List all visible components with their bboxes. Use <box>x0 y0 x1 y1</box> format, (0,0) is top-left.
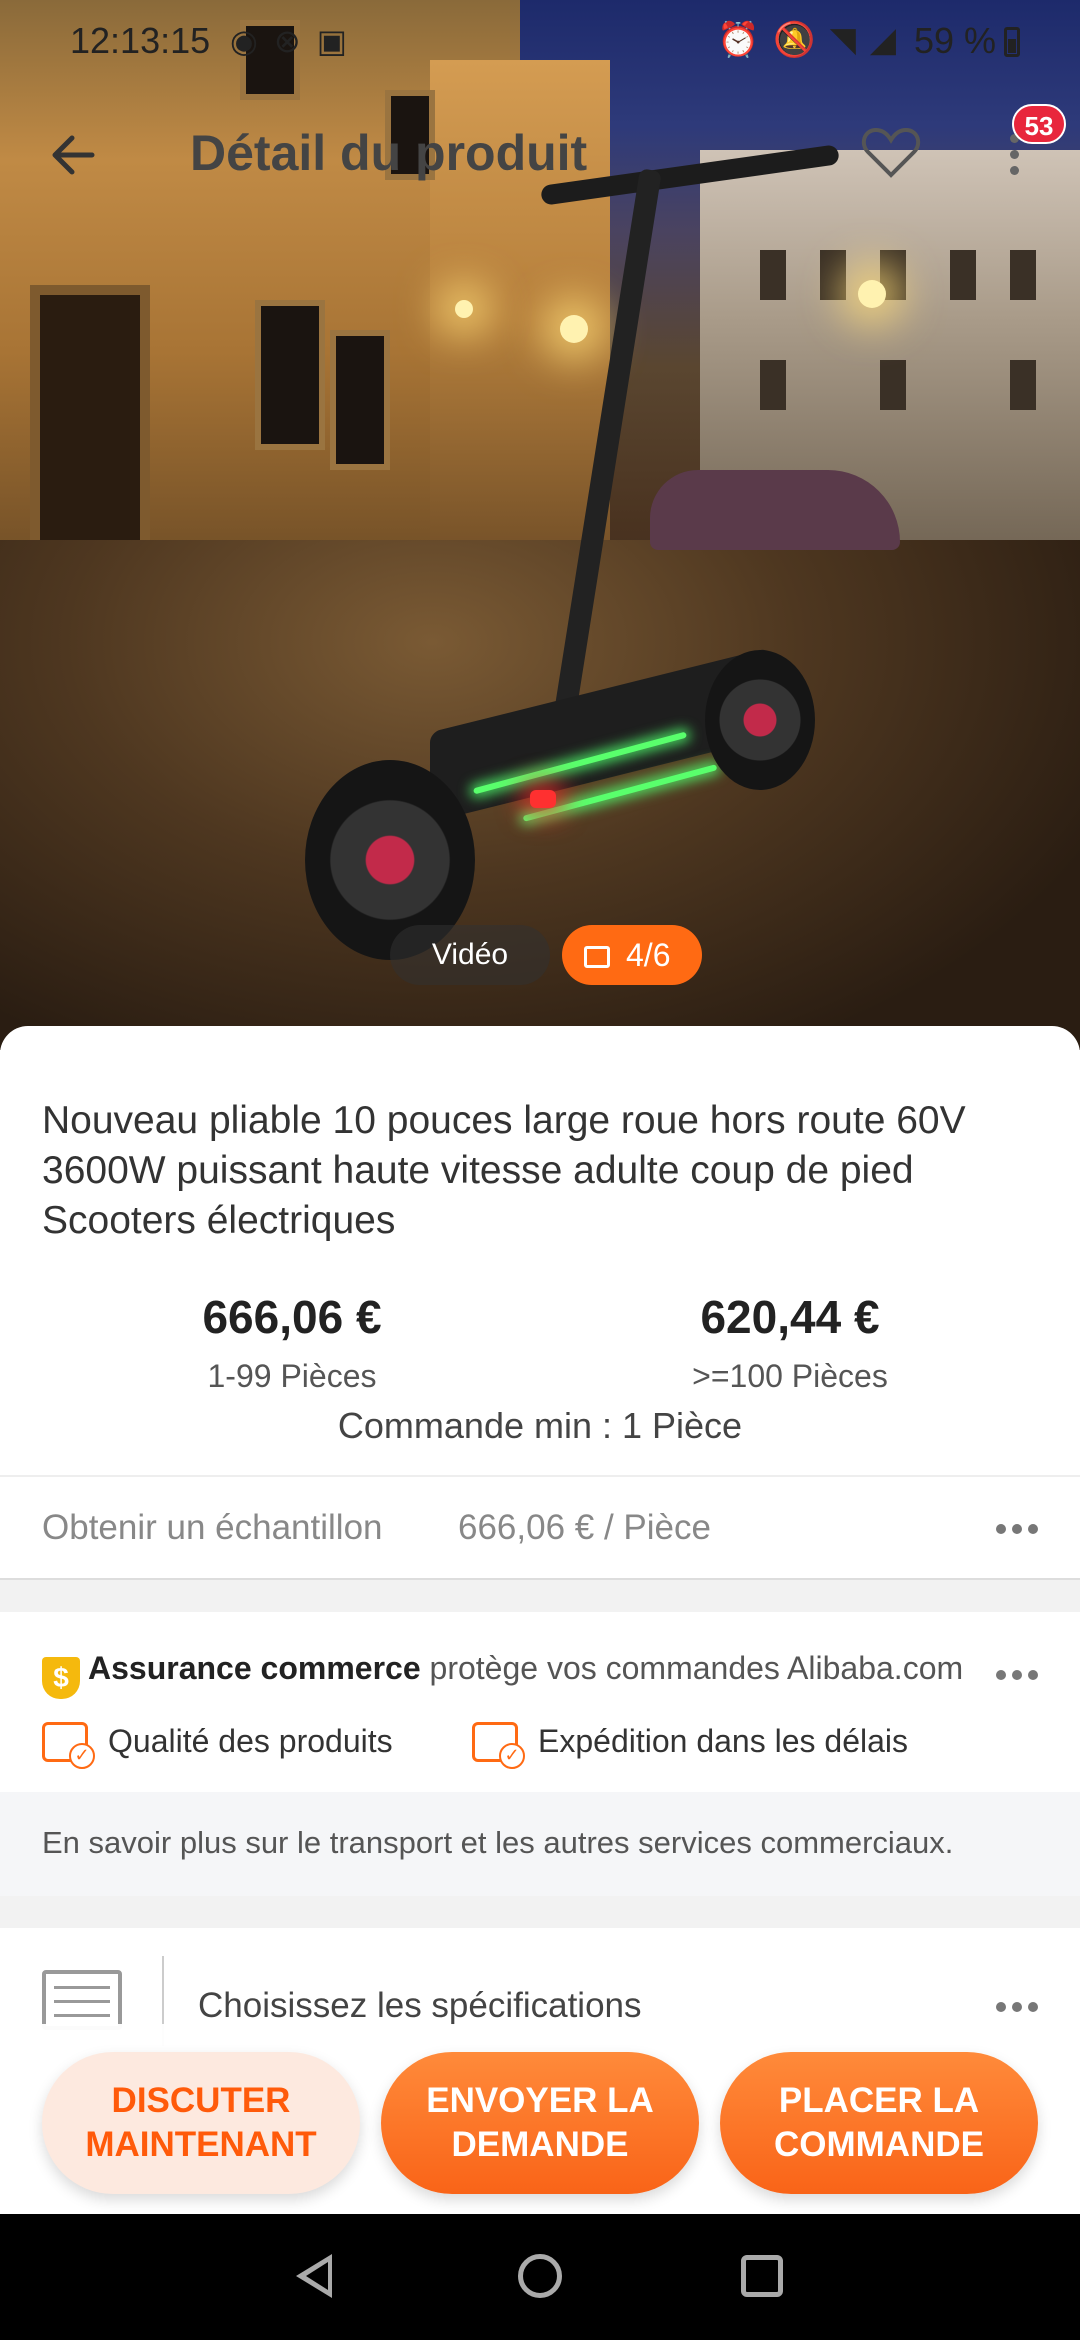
price-quantity-range: >=100 Pièces <box>692 1358 888 1394</box>
building-window <box>820 250 846 300</box>
heart-icon <box>861 127 921 178</box>
more-options-icon[interactable] <box>996 1522 1046 1536</box>
building-window <box>760 250 786 300</box>
parked-car <box>650 470 900 550</box>
building-window <box>255 300 325 450</box>
facebook-icon: ▣ <box>316 23 363 59</box>
sample-label: Obtenir un échantillon <box>42 1508 383 1547</box>
street-lamp <box>858 280 886 308</box>
specifications-label: Choisissez les spécifications <box>198 1986 642 2025</box>
feature-shipping: Expédition dans les délais <box>472 1722 909 1769</box>
notification-icons: ◉⊗▣ <box>230 22 363 60</box>
building-window <box>330 330 390 470</box>
price-tier: 666,06 € 1-99 Pièces <box>92 1290 492 1395</box>
more-options-icon[interactable] <box>996 1668 1046 1682</box>
truck-check-icon <box>472 1722 525 1769</box>
notification-badge: 53 <box>1012 104 1066 144</box>
more-options-icon[interactable] <box>996 2000 1046 2014</box>
trade-assurance-desc: protège vos commandes Alibaba.com <box>429 1650 964 1686</box>
sample-row[interactable]: Obtenir un échantillon 666,06 € / Pièce <box>0 1478 1080 1578</box>
nav-home-icon[interactable] <box>518 2254 562 2298</box>
building-window <box>950 250 976 300</box>
feature-label: Qualité des produits <box>108 1723 393 1759</box>
signal-icon: ◢ <box>869 21 910 59</box>
scooter-front-wheel <box>705 650 815 790</box>
price-value: 620,44 € <box>700 1291 880 1343</box>
feature-label: Expédition dans les délais <box>538 1723 909 1759</box>
shield-icon: $ <box>42 1657 80 1699</box>
photo-counter-button[interactable]: 4/6 <box>562 925 702 985</box>
divider <box>0 1475 1080 1477</box>
building-window <box>1010 360 1036 410</box>
alarm-icon: ⏰ <box>717 21 774 59</box>
street-lamp <box>455 300 473 318</box>
favorite-button[interactable] <box>858 120 924 186</box>
price-tier: 620,44 € >=100 Pièces <box>590 1290 990 1395</box>
sample-price: 666,06 € / Pièce <box>458 1508 711 1547</box>
send-inquiry-button[interactable]: ENVOYER LA DEMANDE <box>381 2052 699 2194</box>
product-title: Nouveau pliable 10 pouces large roue hor… <box>42 1099 966 1242</box>
trade-assurance-row[interactable]: $ Assurance commerce protège vos commande… <box>42 1650 963 1699</box>
price-value: 666,06 € <box>202 1291 382 1343</box>
battery-icon <box>1004 27 1020 57</box>
dot <box>1010 150 1019 159</box>
page-title: Détail du produit <box>190 125 588 181</box>
app-header: Détail du produit <box>0 110 1080 200</box>
building-window <box>880 360 906 410</box>
place-order-button[interactable]: PLACER LA COMMANDE <box>720 2052 1038 2194</box>
notification-icon: ⊗ <box>273 23 317 59</box>
image-icon <box>584 946 610 968</box>
photo-counter: 4/6 <box>626 937 671 973</box>
messenger-icon: ◉ <box>230 23 274 59</box>
action-bar: DISCUTER MAINTENANT ENVOYER LA DEMANDE P… <box>0 2024 1080 2214</box>
system-icons: ⏰🔕◥◢ <box>717 20 910 60</box>
battery-percent: 59 % <box>913 20 996 61</box>
status-bar: 12:13:15 ◉⊗▣ ⏰🔕◥◢ 59 % <box>0 0 1080 80</box>
list-icon <box>42 1970 122 2030</box>
video-button[interactable]: Vidéo <box>390 925 550 985</box>
trade-assurance-title: Assurance commerce <box>88 1650 421 1686</box>
section-separator <box>0 1896 1080 1928</box>
street-lamp <box>560 315 588 343</box>
learn-more-link[interactable]: En savoir plus sur le transport et les a… <box>0 1792 1080 1896</box>
nav-back-icon[interactable] <box>296 2254 332 2298</box>
back-button[interactable] <box>40 120 110 190</box>
building-window <box>760 360 786 410</box>
building-door <box>30 285 150 570</box>
building-window <box>1010 250 1036 300</box>
mute-icon: 🔕 <box>773 21 830 59</box>
nav-recents-icon[interactable] <box>741 2255 783 2297</box>
arrow-left-icon <box>52 135 95 175</box>
box-check-icon <box>42 1722 95 1769</box>
status-time: 12:13:15 <box>70 20 211 61</box>
scooter-tail-light <box>530 790 556 808</box>
system-navigation-bar <box>0 2214 1080 2340</box>
min-order: Commande min : 1 Pièce <box>337 1405 743 1446</box>
battery-indicator: 59 % <box>914 20 1020 62</box>
feature-quality: Qualité des produits <box>42 1722 393 1769</box>
chat-now-button[interactable]: DISCUTER MAINTENANT <box>42 2052 360 2194</box>
dot <box>1010 166 1019 175</box>
section-separator <box>0 1580 1080 1612</box>
price-quantity-range: 1-99 Pièces <box>207 1358 377 1394</box>
wifi-icon: ◥ <box>829 21 870 59</box>
